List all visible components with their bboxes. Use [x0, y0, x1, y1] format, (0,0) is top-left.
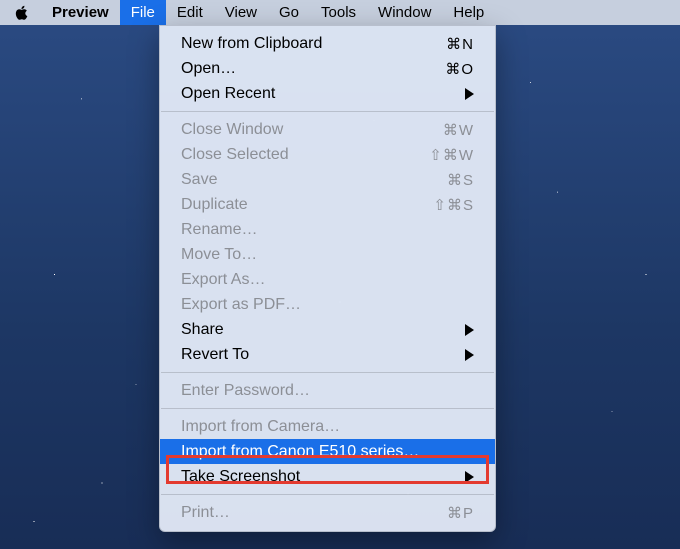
chevron-right-icon [465, 471, 474, 483]
menuitem-take-screenshot[interactable]: Take Screenshot [160, 464, 495, 489]
menuitem-shortcut: ⌘N [446, 35, 474, 53]
chevron-right-icon [465, 88, 474, 100]
menuitem-label: Duplicate [181, 196, 433, 214]
menuitem-open-recent[interactable]: Open Recent [160, 81, 495, 106]
menuitem-share[interactable]: Share [160, 317, 495, 342]
menu-separator [161, 372, 494, 373]
menuitem-label: Close Selected [181, 146, 429, 164]
menu-separator [161, 408, 494, 409]
menuitem-shortcut: ⇧⌘W [429, 146, 474, 164]
menuitem-import-from-scanner[interactable]: Import from Canon E510 series… [160, 439, 495, 464]
menuitem-label: Save [181, 171, 447, 189]
menuitem-shortcut: ⌘P [447, 504, 474, 522]
menuitem-shortcut: ⌘S [447, 171, 474, 189]
menuitem-label: Take Screenshot [181, 468, 465, 486]
menuitem-export-as-pdf: Export as PDF… [160, 292, 495, 317]
menu-window[interactable]: Window [367, 0, 442, 25]
menuitem-shortcut: ⇧⌘S [433, 196, 474, 214]
chevron-right-icon [465, 349, 474, 361]
menu-separator [161, 111, 494, 112]
menuitem-label: Export As… [181, 271, 474, 289]
menu-tools[interactable]: Tools [310, 0, 367, 25]
menuitem-save: Save ⌘S [160, 167, 495, 192]
file-menu-dropdown: New from Clipboard ⌘N Open… ⌘O Open Rece… [159, 25, 496, 532]
menuitem-print: Print… ⌘P [160, 500, 495, 525]
menuitem-label: Move To… [181, 246, 474, 264]
menu-go[interactable]: Go [268, 0, 310, 25]
menuitem-label: Enter Password… [181, 382, 474, 400]
menuitem-enter-password: Enter Password… [160, 378, 495, 403]
menuitem-close-window: Close Window ⌘W [160, 117, 495, 142]
menuitem-label: Export as PDF… [181, 296, 474, 314]
menu-app-name[interactable]: Preview [41, 0, 120, 25]
menuitem-revert-to[interactable]: Revert To [160, 342, 495, 367]
menu-help[interactable]: Help [442, 0, 495, 25]
menuitem-import-from-camera: Import from Camera… [160, 414, 495, 439]
menu-bar: Preview File Edit View Go Tools Window H… [0, 0, 680, 25]
menu-view[interactable]: View [214, 0, 268, 25]
menuitem-shortcut: ⌘O [445, 60, 474, 78]
menuitem-label: Import from Camera… [181, 418, 474, 436]
menu-file[interactable]: File [120, 0, 166, 25]
menuitem-label: Close Window [181, 121, 443, 139]
menuitem-new-from-clipboard[interactable]: New from Clipboard ⌘N [160, 31, 495, 56]
menuitem-label: Revert To [181, 346, 465, 364]
menuitem-export-as: Export As… [160, 267, 495, 292]
menuitem-open[interactable]: Open… ⌘O [160, 56, 495, 81]
menuitem-label: Rename… [181, 221, 474, 239]
menuitem-label: New from Clipboard [181, 35, 446, 53]
menuitem-duplicate: Duplicate ⇧⌘S [160, 192, 495, 217]
menuitem-label: Import from Canon E510 series… [181, 443, 474, 461]
menuitem-shortcut: ⌘W [443, 121, 474, 139]
menuitem-move-to: Move To… [160, 242, 495, 267]
menuitem-close-selected: Close Selected ⇧⌘W [160, 142, 495, 167]
menuitem-rename: Rename… [160, 217, 495, 242]
menuitem-label: Open Recent [181, 85, 465, 103]
chevron-right-icon [465, 324, 474, 336]
menu-edit[interactable]: Edit [166, 0, 214, 25]
menuitem-label: Print… [181, 504, 447, 522]
menuitem-label: Open… [181, 60, 445, 78]
menuitem-label: Share [181, 321, 465, 339]
apple-menu-icon[interactable] [14, 5, 41, 21]
menu-separator [161, 494, 494, 495]
